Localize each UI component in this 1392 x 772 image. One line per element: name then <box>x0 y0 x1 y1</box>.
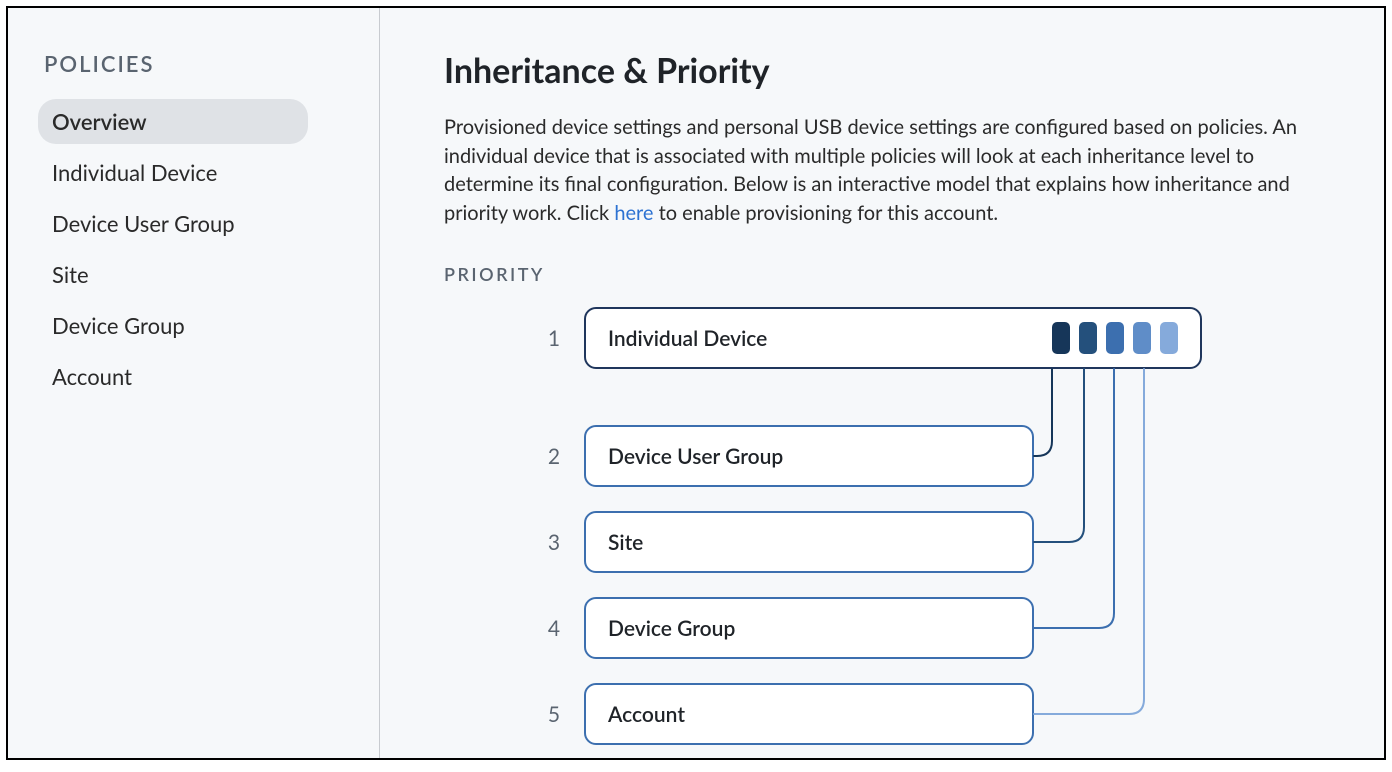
chip-icon <box>1133 322 1151 354</box>
chip-icon <box>1160 322 1178 354</box>
priority-box-individual-device[interactable]: Individual Device <box>584 307 1202 369</box>
desc-text-post: to enable provisioning for this account. <box>653 201 998 225</box>
priority-box-device-user-group[interactable]: Device User Group <box>584 425 1034 487</box>
priority-box-label: Site <box>608 530 643 555</box>
priority-row-1: 1 Individual Device <box>514 307 1202 369</box>
sidebar: POLICIES Overview Individual Device Devi… <box>8 8 380 758</box>
priority-number: 2 <box>514 444 560 469</box>
main-content: Inheritance & Priority Provisioned devic… <box>380 8 1384 758</box>
sidebar-item-overview[interactable]: Overview <box>38 99 308 144</box>
page-description: Provisioned device settings and personal… <box>444 113 1348 227</box>
sidebar-nav: Overview Individual Device Device User G… <box>38 99 355 399</box>
priority-box-label: Account <box>608 702 685 727</box>
priority-box-label: Device User Group <box>608 444 783 469</box>
priority-chips <box>1052 322 1178 354</box>
priority-number: 4 <box>514 616 560 641</box>
priority-row-4: 4 Device Group <box>514 597 1034 659</box>
sidebar-item-individual-device[interactable]: Individual Device <box>38 150 308 195</box>
priority-diagram: 1 Individual Device 2 Device User Group <box>444 307 1204 747</box>
chip-icon <box>1079 322 1097 354</box>
priority-row-5: 5 Account <box>514 683 1034 745</box>
priority-box-label: Individual Device <box>608 326 767 351</box>
sidebar-item-device-user-group[interactable]: Device User Group <box>38 201 308 246</box>
priority-row-3: 3 Site <box>514 511 1034 573</box>
chip-icon <box>1052 322 1070 354</box>
priority-number: 1 <box>514 326 560 351</box>
enable-provisioning-link[interactable]: here <box>614 201 653 225</box>
app-frame: POLICIES Overview Individual Device Devi… <box>6 6 1386 760</box>
priority-box-account[interactable]: Account <box>584 683 1034 745</box>
sidebar-item-site[interactable]: Site <box>38 252 308 297</box>
sidebar-item-account[interactable]: Account <box>38 354 308 399</box>
priority-box-device-group[interactable]: Device Group <box>584 597 1034 659</box>
priority-box-site[interactable]: Site <box>584 511 1034 573</box>
priority-number: 5 <box>514 702 560 727</box>
chip-icon <box>1106 322 1124 354</box>
priority-number: 3 <box>514 530 560 555</box>
page-title: Inheritance & Priority <box>444 50 1348 91</box>
priority-row-2: 2 Device User Group <box>514 425 1034 487</box>
sidebar-item-device-group[interactable]: Device Group <box>38 303 308 348</box>
sidebar-heading: POLICIES <box>38 50 355 77</box>
priority-section-label: PRIORITY <box>444 263 1348 285</box>
priority-box-label: Device Group <box>608 616 735 641</box>
